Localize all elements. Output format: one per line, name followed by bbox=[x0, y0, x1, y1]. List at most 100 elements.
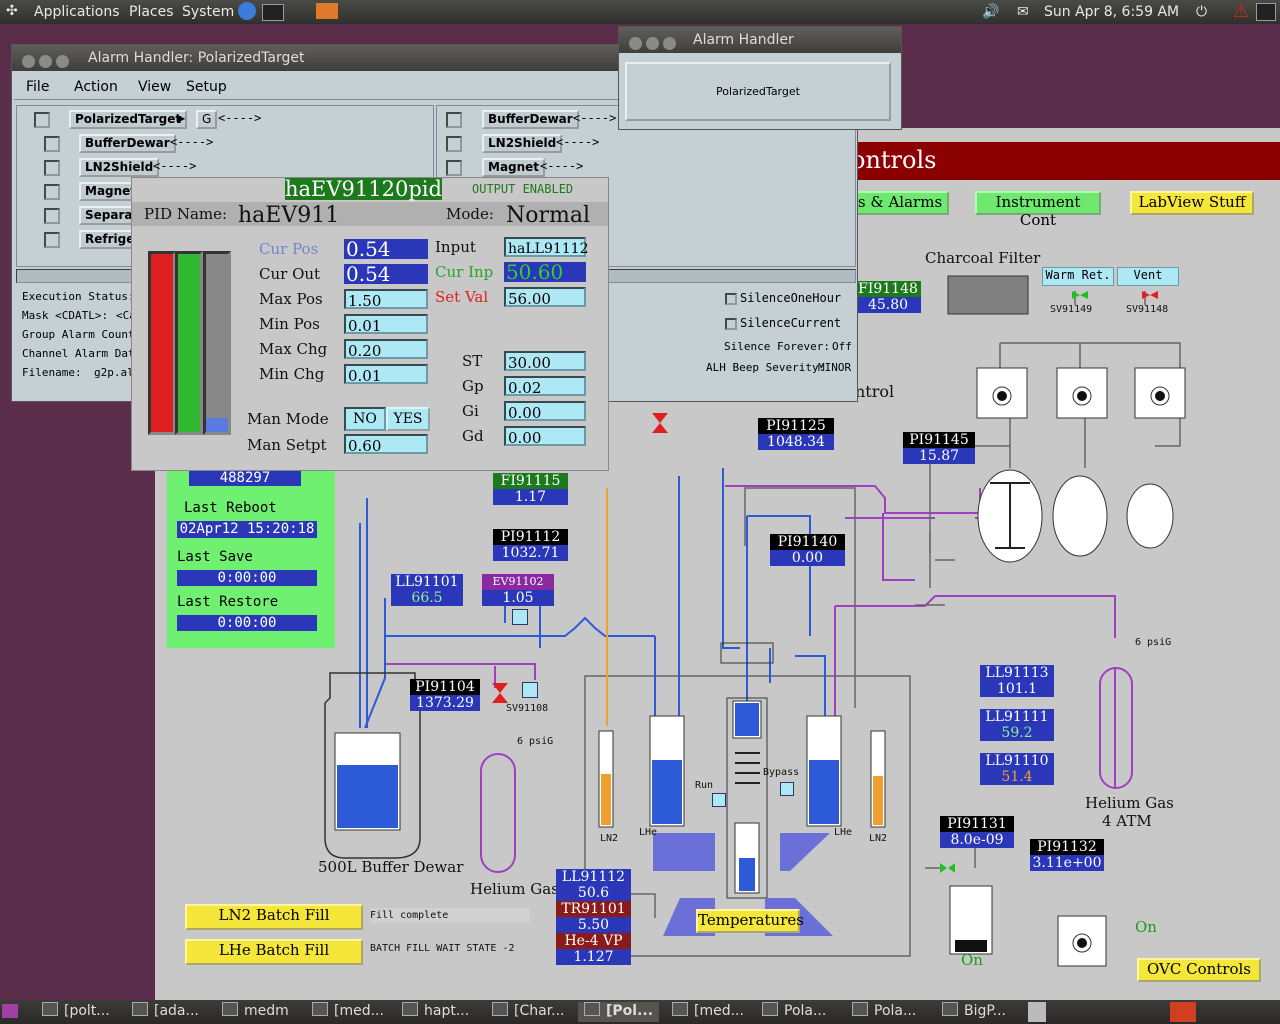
taskbar-item[interactable]: [polt... bbox=[42, 1002, 110, 1022]
menu-setup[interactable]: Setup bbox=[186, 79, 227, 95]
silence-one-hour-checkbox[interactable] bbox=[725, 293, 737, 305]
group-polarizedtarget[interactable]: PolarizedTarget bbox=[69, 110, 188, 129]
vent-button[interactable]: Vent bbox=[1117, 267, 1179, 286]
group-bufferdewar[interactable]: BufferDewar bbox=[79, 134, 176, 153]
run-valve-icon[interactable] bbox=[712, 793, 726, 807]
st-input[interactable]: 30.00 bbox=[504, 351, 586, 372]
maximize-icon[interactable] bbox=[663, 37, 676, 50]
ev91102-related-icon[interactable] bbox=[512, 609, 528, 625]
bypass-valve-icon[interactable] bbox=[780, 782, 794, 796]
warm-ret-button[interactable]: Warm Ret. bbox=[1042, 267, 1114, 286]
group-ln2shield[interactable]: LN2Shield bbox=[79, 158, 160, 177]
lhe-batch-fill-button[interactable]: LHe Batch Fill bbox=[185, 939, 363, 965]
beep-severity-value[interactable]: MINOR bbox=[818, 361, 851, 374]
last-save-value: 0:00:00 bbox=[177, 570, 317, 586]
min-pos-input[interactable]: 0.01 bbox=[344, 314, 428, 335]
pi91132-readback: PI91132 3.11e+00 bbox=[1030, 839, 1104, 871]
group-checkbox[interactable] bbox=[34, 112, 50, 128]
temperatures-button[interactable]: Temperatures bbox=[696, 909, 804, 933]
max-pos-input[interactable]: 1.50 bbox=[344, 289, 428, 310]
trash-icon[interactable] bbox=[1028, 1002, 1046, 1022]
taskbar-item[interactable]: BigP... bbox=[942, 1002, 1006, 1022]
ln2-batch-fill-button[interactable]: LN2 Batch Fill bbox=[185, 904, 363, 930]
right-group-bufferdewar[interactable]: BufferDewar bbox=[482, 110, 579, 129]
tr91101-value: 5.50 bbox=[556, 917, 631, 933]
maximize-icon[interactable] bbox=[56, 55, 69, 68]
sv91148-label: SV91148 bbox=[1126, 304, 1169, 315]
browser-launcher-icon[interactable] bbox=[238, 2, 256, 20]
clock[interactable]: Sun Apr 8, 6:59 AM bbox=[1044, 4, 1179, 20]
taskbar-item[interactable]: Pola... bbox=[852, 1002, 916, 1022]
mask-label: Mask <CDATL>: bbox=[22, 309, 109, 322]
close-icon[interactable] bbox=[22, 55, 35, 68]
group-checkbox[interactable] bbox=[44, 232, 60, 248]
group-checkbox[interactable] bbox=[44, 208, 60, 224]
gp-input[interactable]: 0.02 bbox=[504, 376, 586, 397]
pi91112-name: PI91112 bbox=[493, 529, 568, 545]
system-menu[interactable]: System bbox=[182, 4, 234, 20]
expand-arrow-icon[interactable]: ▶ bbox=[178, 111, 185, 125]
taskbar-item[interactable]: Pola... bbox=[762, 1002, 826, 1022]
taskbar-item[interactable]: [Char... bbox=[492, 1002, 565, 1022]
taskbar-item[interactable]: [ada... bbox=[132, 1002, 199, 1022]
taskbar-item-active[interactable]: [Pol... bbox=[578, 1002, 660, 1022]
man-setpt-input[interactable]: 0.60 bbox=[344, 434, 428, 455]
taskbar-item[interactable]: [med... bbox=[312, 1002, 384, 1022]
group-checkbox[interactable] bbox=[446, 136, 462, 152]
min-chg-label: Min Chg bbox=[259, 365, 325, 383]
ev91102-name: EV91102 bbox=[482, 574, 554, 590]
terminal-tray-icon[interactable] bbox=[1256, 3, 1276, 21]
charcoal-filter-shape bbox=[947, 275, 1029, 315]
man-mode-yes-button[interactable]: YES bbox=[386, 407, 430, 431]
mail-icon[interactable]: ✉ bbox=[1017, 4, 1029, 20]
set-val-input[interactable]: 56.00 bbox=[504, 287, 586, 308]
group-checkbox[interactable] bbox=[44, 136, 60, 152]
pid-panel: haEV91120pid OUTPUT ENABLED PID Name: ha… bbox=[131, 177, 609, 471]
max-chg-input[interactable]: 0.20 bbox=[344, 339, 428, 360]
silence-current-checkbox[interactable] bbox=[725, 318, 737, 330]
pid-name-value: haEV911 bbox=[238, 203, 340, 228]
window-controls[interactable] bbox=[22, 51, 73, 77]
right-group-magnet[interactable]: Magnet bbox=[482, 158, 546, 177]
control-label: ntrol bbox=[855, 382, 895, 401]
group-checkbox[interactable] bbox=[446, 160, 462, 176]
minimize-icon[interactable] bbox=[646, 37, 659, 50]
man-mode-no-button[interactable]: NO bbox=[344, 407, 386, 431]
gi-input[interactable]: 0.00 bbox=[504, 401, 586, 422]
warning-icon[interactable]: ⚠ bbox=[1233, 1, 1249, 22]
group-checkbox[interactable] bbox=[446, 112, 462, 128]
volume-icon[interactable]: 🔊 bbox=[982, 4, 999, 20]
folder-launcher-icon[interactable] bbox=[316, 3, 338, 19]
show-desktop-icon[interactable] bbox=[2, 1004, 18, 1018]
power-icon[interactable]: ⏻ bbox=[1196, 4, 1207, 20]
applications-menu[interactable]: Applications bbox=[34, 4, 120, 20]
guidance-button[interactable]: G bbox=[196, 110, 218, 129]
taskbar-item[interactable]: [med... bbox=[672, 1002, 744, 1022]
minimize-icon[interactable] bbox=[39, 55, 52, 68]
group-checkbox[interactable] bbox=[44, 184, 60, 200]
group-checkbox[interactable] bbox=[44, 160, 60, 176]
taskbar-item[interactable]: hapt... bbox=[402, 1002, 469, 1022]
close-icon[interactable] bbox=[629, 37, 642, 50]
silence-forever-value[interactable]: Off bbox=[832, 340, 852, 353]
menu-file[interactable]: File bbox=[26, 79, 49, 95]
on-status-1: On bbox=[1135, 918, 1157, 936]
alarm-handler-small-titlebar[interactable]: Alarm Handler bbox=[619, 27, 901, 53]
st-label: ST bbox=[462, 352, 483, 370]
polarizedtarget-alarm-button[interactable]: PolarizedTarget bbox=[625, 62, 891, 121]
input-pv-field[interactable]: haLL91112 bbox=[504, 237, 589, 257]
workspace-switcher-icon[interactable] bbox=[1170, 1002, 1196, 1022]
min-chg-input[interactable]: 0.01 bbox=[344, 364, 428, 385]
places-menu[interactable]: Places bbox=[129, 4, 174, 20]
sv91108-related-icon[interactable] bbox=[522, 682, 538, 698]
gd-input[interactable]: 0.00 bbox=[504, 426, 586, 447]
window-controls[interactable] bbox=[629, 33, 680, 59]
ubuntu-logo-icon[interactable]: ✣ bbox=[6, 3, 18, 19]
ovc-controls-button[interactable]: OVC Controls bbox=[1137, 958, 1261, 982]
menu-view[interactable]: View bbox=[138, 79, 171, 95]
right-group-ln2shield[interactable]: LN2Shield bbox=[482, 134, 563, 153]
menu-action[interactable]: Action bbox=[74, 79, 118, 95]
ev91102-value: 1.05 bbox=[482, 590, 554, 606]
taskbar-item[interactable]: medm bbox=[222, 1002, 289, 1022]
terminal-launcher-icon[interactable] bbox=[262, 4, 284, 21]
